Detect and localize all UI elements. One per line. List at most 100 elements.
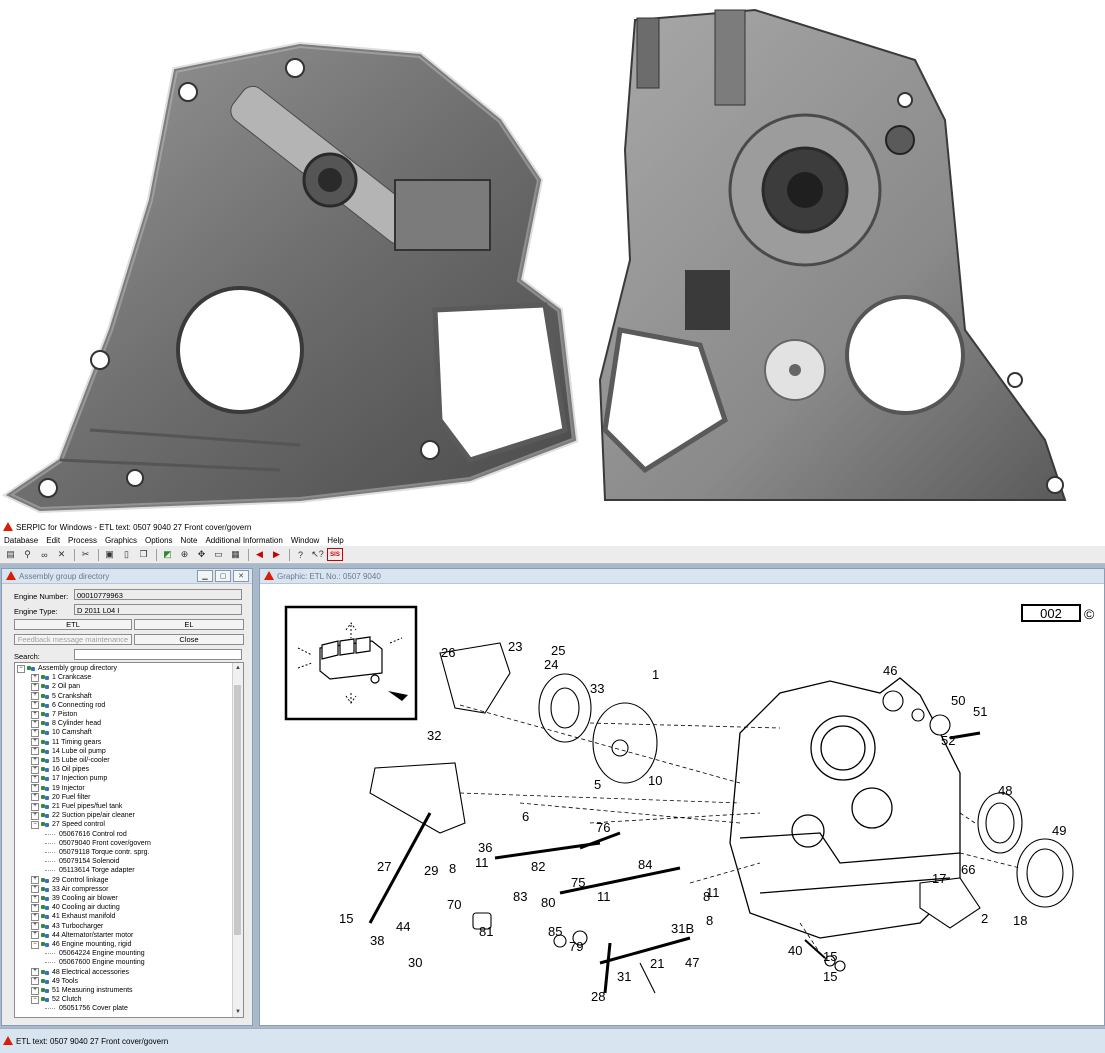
expand-icon[interactable]: + (31, 728, 39, 737)
feedback-message-button[interactable]: Feedback message maintenance (14, 634, 132, 645)
tree-group-item[interactable]: +48 Electrical accessories (31, 968, 129, 977)
zoom-icon[interactable]: ⊕ (177, 547, 192, 562)
part-callout[interactable]: 50 (951, 693, 965, 708)
color-palette-icon[interactable]: ◩ (160, 547, 175, 562)
expand-icon[interactable]: + (31, 977, 39, 986)
part-callout[interactable]: 83 (513, 889, 527, 904)
expand-icon[interactable]: + (31, 784, 39, 793)
tree-group-item[interactable]: − 46 Engine mounting, rigid (31, 940, 131, 949)
part-callout[interactable]: 15 (823, 949, 837, 964)
tree-group-item[interactable]: +11 Timing gears (31, 738, 101, 747)
tree-group-item[interactable]: +2 Oil pan (31, 682, 80, 691)
menu-database[interactable]: Database (0, 536, 42, 545)
part-callout[interactable]: 80 (541, 895, 555, 910)
tree-group-item[interactable]: +33 Air compressor (31, 885, 108, 894)
tree-root-item[interactable]: − Assembly group directory (17, 664, 117, 673)
cut-icon[interactable]: ✂ (78, 547, 93, 562)
part-callout[interactable]: 76 (596, 820, 610, 835)
part-callout[interactable]: 15 (823, 969, 837, 984)
pan-icon[interactable]: ✥ (194, 547, 209, 562)
expand-icon[interactable]: + (31, 903, 39, 912)
menu-note[interactable]: Note (177, 536, 202, 545)
tree-group-item[interactable]: +6 Connecting rod (31, 701, 105, 710)
tree-leaf-item[interactable]: 05079040 Front cover/govern (45, 839, 151, 848)
tree-leaf-item[interactable]: 05064224 Engine mounting (45, 949, 145, 958)
minimize-icon[interactable]: ▁ (197, 570, 213, 582)
expand-icon[interactable]: + (31, 894, 39, 903)
tree-group-item[interactable]: +20 Fuel filter (31, 793, 91, 802)
expand-icon[interactable]: + (31, 793, 39, 802)
tree-group-item[interactable]: +44 Alternator/starter motor (31, 931, 133, 940)
new-document-icon[interactable]: ▯ (119, 547, 134, 562)
menu-process[interactable]: Process (64, 536, 101, 545)
tree-group-item[interactable]: +49 Tools (31, 977, 78, 986)
part-callout[interactable]: 48 (998, 783, 1012, 798)
tree-group-item[interactable]: +51 Measuring instruments (31, 986, 133, 995)
expand-icon[interactable]: + (31, 673, 39, 682)
part-callout[interactable]: 15 (339, 911, 353, 926)
collapse-icon[interactable]: − (31, 940, 39, 949)
part-callout[interactable]: 28 (591, 989, 605, 1004)
page-icon[interactable]: ▭ (211, 547, 226, 562)
expand-icon[interactable]: + (31, 701, 39, 710)
scroll-up-icon[interactable]: ▲ (233, 663, 243, 673)
expand-icon[interactable]: + (31, 802, 39, 811)
tree-group-item[interactable]: +16 Oil pipes (31, 765, 89, 774)
expand-icon[interactable]: + (31, 719, 39, 728)
part-callout[interactable]: 11 (706, 885, 720, 900)
tree-group-item[interactable]: +43 Turbocharger (31, 922, 103, 931)
search-input[interactable] (74, 649, 242, 660)
tree-group-item[interactable]: +40 Cooling air ducting (31, 903, 120, 912)
tree-leaf-item[interactable]: 05113614 Torge adapter (45, 866, 135, 875)
part-callout[interactable]: 81 (479, 924, 493, 939)
maximize-icon[interactable]: ▢ (215, 570, 231, 582)
tree-group-item[interactable]: +17 Injection pump (31, 774, 107, 783)
part-callout[interactable]: 46 (883, 663, 897, 678)
part-callout[interactable]: 1 (652, 667, 659, 682)
tree-group-item[interactable]: +15 Lube oil/-cooler (31, 756, 110, 765)
part-callout[interactable]: 26 (441, 645, 455, 660)
tree-group-item[interactable]: +39 Cooling air blower (31, 894, 118, 903)
part-callout[interactable]: 82 (531, 859, 545, 874)
menu-window[interactable]: Window (287, 536, 323, 545)
expand-icon[interactable]: + (31, 710, 39, 719)
collapse-icon[interactable]: − (31, 995, 39, 1004)
expand-icon[interactable]: + (31, 774, 39, 783)
tree-leaf-item[interactable]: 05067616 Control rod (45, 830, 127, 839)
expand-icon[interactable]: + (31, 747, 39, 756)
expand-icon[interactable]: + (31, 876, 39, 885)
engine-number-field[interactable]: 00010779963 (74, 589, 242, 600)
part-callout[interactable]: 44 (396, 919, 410, 934)
part-callout[interactable]: 21 (650, 956, 664, 971)
part-callout[interactable]: 18 (1013, 913, 1027, 928)
part-callout[interactable]: 38 (370, 933, 384, 948)
expand-icon[interactable]: + (31, 912, 39, 921)
tree-group-item[interactable]: +7 Piston (31, 710, 77, 719)
menu-additional-information[interactable]: Additional Information (201, 536, 286, 545)
tree-scrollbar[interactable]: ▲ ▼ (232, 663, 243, 1017)
tree-group-item[interactable]: +21 Fuel pipes/fuel tank (31, 802, 122, 811)
tree-group-item[interactable]: − 52 Clutch (31, 995, 82, 1004)
part-callout[interactable]: 49 (1052, 823, 1066, 838)
tree-group-item[interactable]: +29 Control linkage (31, 876, 108, 885)
part-callout[interactable]: 75 (571, 875, 585, 890)
tree-group-item[interactable]: +5 Crankshaft (31, 692, 92, 701)
collapse-icon[interactable]: − (17, 664, 25, 673)
part-callout[interactable]: 25 (551, 643, 565, 658)
tree-group-item[interactable]: +14 Lube oil pump (31, 747, 106, 756)
expand-icon[interactable]: + (31, 986, 39, 995)
back-arrow-icon[interactable]: ◀ (252, 547, 267, 562)
search-icon[interactable]: ⚲ (20, 547, 35, 562)
part-callout[interactable]: 47 (685, 955, 699, 970)
scroll-thumb[interactable] (234, 685, 241, 935)
menu-options[interactable]: Options (141, 536, 177, 545)
part-callout[interactable]: 84 (638, 857, 652, 872)
part-callout[interactable]: 8 (449, 861, 456, 876)
part-callout[interactable]: 11 (475, 855, 489, 870)
part-callout[interactable]: 30 (408, 955, 422, 970)
print-icon[interactable]: ▣ (102, 547, 117, 562)
expand-icon[interactable]: + (31, 765, 39, 774)
part-callout[interactable]: 70 (447, 897, 461, 912)
part-callout[interactable]: 24 (544, 657, 558, 672)
part-callout[interactable]: 40 (788, 943, 802, 958)
